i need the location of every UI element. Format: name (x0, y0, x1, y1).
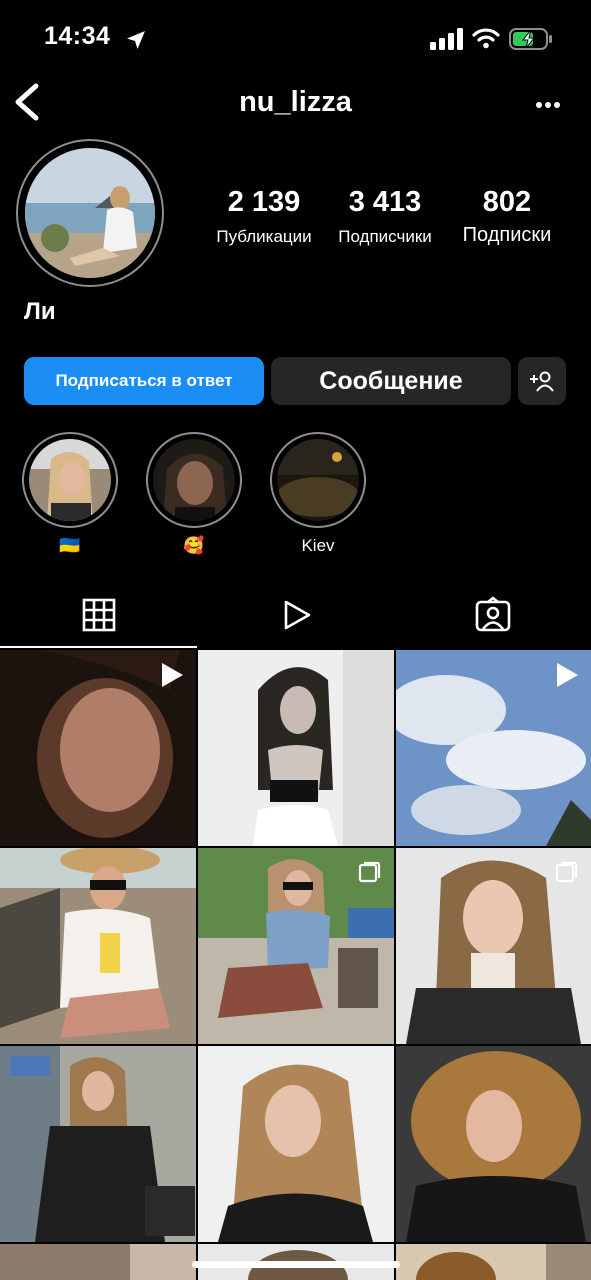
active-tab-indicator (0, 646, 197, 648)
message-button[interactable]: Сообщение (271, 357, 511, 405)
post-thumbnail (0, 1244, 196, 1280)
highlight-kiev-cover (277, 439, 359, 521)
following-count: 802 (482, 186, 532, 218)
avatar-photo (25, 148, 155, 278)
post-thumbnail (396, 1046, 591, 1242)
tagged-person-icon[interactable] (474, 596, 512, 634)
wifi-icon (472, 28, 500, 49)
avatar[interactable] (16, 139, 164, 287)
signal-icon (430, 28, 463, 50)
posts-label: Публикации (216, 227, 312, 246)
grid-post[interactable] (0, 650, 196, 846)
carousel-icon (358, 861, 381, 883)
status-time: 14:34 (44, 22, 111, 50)
follow-back-button[interactable]: Подписаться в ответ (24, 357, 264, 405)
reel-play-icon (162, 663, 183, 687)
grid-post[interactable] (396, 848, 591, 1044)
more-horizontal-icon[interactable] (535, 98, 561, 112)
stat-following[interactable]: 802 Подписки (448, 186, 566, 247)
post-thumbnail (0, 848, 196, 1044)
grid-post[interactable] (198, 1046, 394, 1242)
highlight-label: Kiev (301, 536, 335, 555)
followers-label: Подписчики (338, 227, 432, 246)
home-indicator (192, 1261, 400, 1268)
profile-username: nu_lizza (239, 86, 352, 118)
following-label: Подписки (462, 224, 552, 246)
post-thumbnail (0, 1046, 196, 1242)
highlight-label: 🥰 (183, 536, 205, 555)
add-friend-button[interactable] (518, 357, 566, 405)
reel-play-icon (557, 663, 578, 687)
follow-back-label: Подписаться в ответ (55, 371, 233, 390)
grid-icon[interactable] (80, 596, 118, 634)
grid-post[interactable] (396, 1046, 591, 1242)
post-thumbnail (198, 1046, 394, 1242)
battery-charging-icon (509, 28, 552, 50)
grid-post[interactable] (0, 1244, 196, 1280)
grid-post[interactable] (0, 1046, 196, 1242)
grid-post[interactable] (396, 1244, 591, 1280)
person-add-icon (530, 371, 554, 392)
stat-followers[interactable]: 3 413 Подписчики (325, 186, 445, 247)
highlight-label: 🇺🇦 (59, 536, 81, 555)
location-arrow-icon (127, 31, 145, 49)
stat-posts[interactable]: 2 139 Публикации (205, 186, 323, 247)
grid-post[interactable] (0, 848, 196, 1044)
post-thumbnail (396, 1244, 591, 1280)
highlight-ukraine-cover (29, 439, 111, 521)
message-label: Сообщение (319, 366, 463, 395)
post-thumbnail (198, 650, 394, 846)
highlight-kiev[interactable] (270, 432, 366, 528)
carousel-icon (555, 861, 578, 883)
posts-count: 2 139 (227, 186, 301, 218)
highlight-smile[interactable] (146, 432, 242, 528)
grid-post[interactable] (396, 650, 591, 846)
grid-post[interactable] (198, 848, 394, 1044)
highlight-smile-cover (153, 439, 235, 521)
followers-count: 3 413 (348, 186, 422, 218)
highlight-ukraine[interactable] (22, 432, 118, 528)
grid-post[interactable] (198, 650, 394, 846)
reels-play-icon[interactable] (277, 596, 315, 634)
display-name: Ли (24, 298, 56, 325)
